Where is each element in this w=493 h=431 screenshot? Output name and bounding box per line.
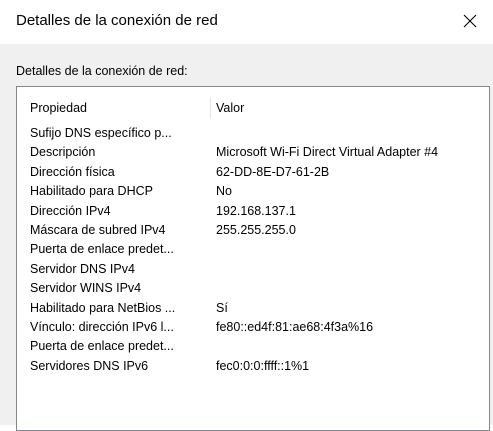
dialog-content: Detalles de la conexión de red: Propieda… [0, 44, 493, 431]
column-separator[interactable] [210, 97, 211, 119]
property-cell: Servidor WINS IPv4 [30, 281, 142, 296]
list-item[interactable]: Sufijo DNS específico p... [30, 124, 489, 143]
list-item[interactable]: Vínculo: dirección IPv6 l... fe80::ed4f:8… [30, 318, 489, 337]
value-cell: Sí [216, 300, 228, 315]
property-cell: Descripción [30, 145, 96, 160]
list-item[interactable]: Puerta de enlace predet... [30, 240, 489, 259]
property-cell: Habilitado para DHCP [30, 184, 153, 199]
close-icon [463, 14, 477, 28]
value-cell: fec0:0:0:ffff::1%1 [216, 358, 310, 373]
list-item[interactable]: Habilitado para DHCP No [30, 182, 489, 201]
value-cell: Microsoft Wi-Fi Direct Virtual Adapter #… [216, 145, 439, 160]
list-header: Propiedad Valor [27, 97, 487, 119]
property-cell: Sufijo DNS específico p... [30, 126, 172, 140]
list-rows: Sufijo DNS específico p... Descripción Mic… [30, 124, 489, 376]
list-item[interactable]: Dirección física 62-DD-8E-D7-61-2B [30, 163, 489, 182]
close-button[interactable] [457, 8, 483, 34]
value-cell: No [216, 184, 232, 199]
list-item[interactable]: Máscara de subred IPv4 255.255.255.0 [30, 221, 489, 240]
list-item[interactable]: Dirección IPv4 192.168.137.1 [30, 202, 489, 221]
property-cell: Máscara de subred IPv4 [30, 222, 166, 237]
property-cell: Puerta de enlace predet... [30, 339, 174, 354]
value-cell: 255.255.255.0 [216, 222, 296, 237]
property-cell: Servidores DNS IPv6 [30, 358, 149, 373]
window-title: Detalles de la conexión de red [16, 12, 218, 29]
group-label: Detalles de la conexión de red: [16, 64, 188, 78]
value-cell: 62-DD-8E-D7-61-2B [216, 164, 330, 179]
property-cell: Habilitado para NetBios ... [30, 300, 176, 315]
column-header-value[interactable]: Valor [216, 101, 244, 115]
list-item[interactable]: Habilitado para NetBios ... Sí [30, 299, 489, 318]
property-cell: Dirección IPv4 [30, 203, 111, 218]
list-item[interactable]: Servidor DNS IPv4 [30, 260, 489, 279]
title-bar: Detalles de la conexión de red [0, 0, 493, 44]
list-item[interactable]: Puerta de enlace predet... [30, 337, 489, 356]
column-header-property[interactable]: Propiedad [30, 101, 87, 115]
value-cell: fe80::ed4f:81:ae68:4f3a%16 [216, 319, 374, 334]
property-cell: Dirección física [30, 164, 115, 179]
property-cell: Puerta de enlace predet... [30, 242, 174, 257]
property-cell: Vínculo: dirección IPv6 l... [30, 319, 174, 334]
value-cell: 192.168.137.1 [216, 203, 296, 218]
details-list[interactable]: Propiedad Valor Sufijo DNS específico p.… [16, 86, 490, 431]
list-item[interactable]: Descripción Microsoft Wi-Fi Direct Virtua… [30, 143, 489, 162]
list-item[interactable]: Servidores DNS IPv6 fec0:0:0:ffff::1%1 [30, 357, 489, 376]
list-item[interactable]: Servidor WINS IPv4 [30, 279, 489, 298]
property-cell: Servidor DNS IPv4 [30, 261, 135, 276]
